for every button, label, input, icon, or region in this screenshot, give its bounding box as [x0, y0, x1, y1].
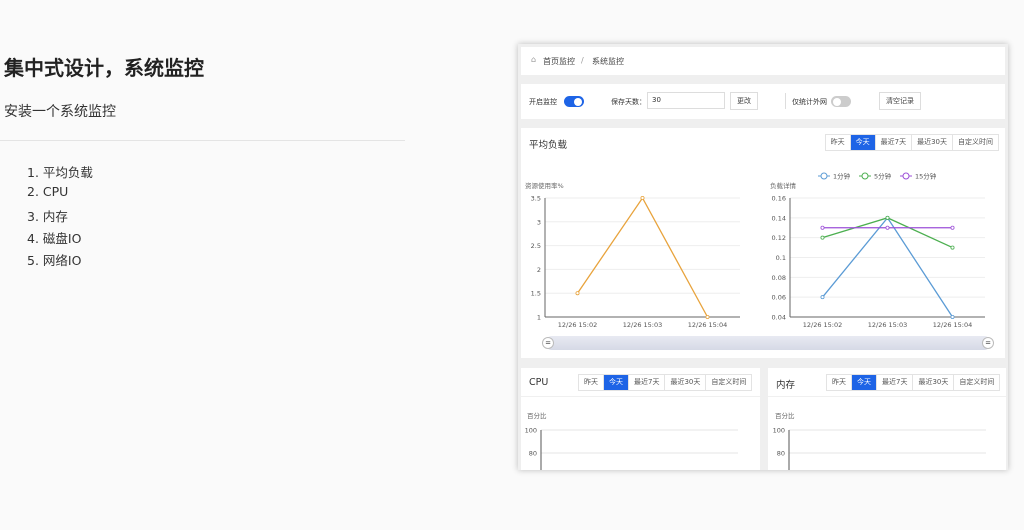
y-tick-label: 80 — [777, 450, 785, 458]
x-tick-label: 12/26 15:02 — [558, 321, 598, 329]
y-tick-label: 0.12 — [772, 234, 786, 242]
data-point — [575, 291, 580, 296]
list-item: 3. 内存 — [27, 209, 68, 224]
y-tick-label: 0.16 — [772, 195, 786, 203]
y-tick-label: 0.14 — [772, 214, 786, 222]
charts-layer: 资源使用率% 1 1.5 2 2.5 3 3.5 12/26 15:02 12/26 15:03… — [525, 172, 986, 470]
legend-label: 15分钟 — [915, 172, 937, 181]
y-axis-label: 负载详情 — [770, 181, 797, 190]
x-tick-label: 12/26 15:02 — [803, 321, 843, 329]
list-item: 5. 网络IO — [27, 253, 82, 268]
y-tick-label: 0.04 — [772, 314, 786, 322]
legend-marker — [902, 172, 910, 180]
y-tick-label: 0.08 — [772, 274, 786, 282]
series-line — [821, 216, 954, 318]
y-tick-label: 2.5 — [531, 242, 541, 250]
legend-marker — [861, 172, 869, 180]
data-point — [640, 195, 645, 200]
x-tick-label: 12/26 15:04 — [933, 321, 973, 329]
data-point — [950, 314, 955, 319]
divider — [0, 140, 405, 141]
list-item: 4. 磁盘IO — [27, 231, 82, 246]
legend-label: 5分钟 — [874, 172, 892, 181]
y-tick-label: 100 — [525, 427, 537, 435]
x-tick-label: 12/26 15:03 — [623, 321, 663, 329]
data-point — [820, 225, 825, 230]
y-axis-label: 百分比 — [527, 411, 547, 420]
y-tick-label: 3 — [537, 218, 541, 226]
y-tick-label: 0.1 — [776, 254, 786, 262]
series-line — [822, 217, 953, 249]
data-point — [950, 245, 955, 250]
data-point — [820, 295, 825, 300]
series-line — [576, 196, 709, 318]
y-axis-label: 资源使用率% — [525, 181, 564, 190]
x-tick-label: 12/26 15:04 — [688, 321, 728, 329]
y-tick-label: 3.5 — [531, 195, 541, 203]
data-point — [820, 235, 825, 240]
y-tick-label: 0.06 — [772, 294, 786, 302]
y-axis-label: 百分比 — [775, 411, 795, 420]
legend-label: 1分钟 — [833, 172, 851, 181]
y-tick-label: 80 — [529, 450, 537, 458]
x-tick-label: 12/26 15:03 — [868, 321, 908, 329]
data-point — [885, 215, 890, 220]
list-item: 2. CPU — [27, 184, 69, 199]
subtitle: 安装一个系统监控 — [4, 104, 116, 120]
y-tick-label: 1.5 — [531, 290, 541, 298]
data-point — [705, 314, 710, 319]
list-item: 1. 平均负载 — [27, 165, 93, 180]
app-screenshot: ⌂ 首页监控 / 系统监控 开启监控 保存天数： 30 更改 仅统计外网 清空记… — [518, 44, 1008, 470]
y-tick-label: 100 — [773, 427, 785, 435]
page-title: 集中式设计，系统监控 — [4, 56, 204, 80]
data-point — [950, 225, 955, 230]
y-tick-label: 1 — [537, 314, 541, 322]
legend-marker — [820, 172, 828, 180]
data-point — [885, 225, 890, 230]
y-tick-label: 2 — [537, 266, 541, 274]
